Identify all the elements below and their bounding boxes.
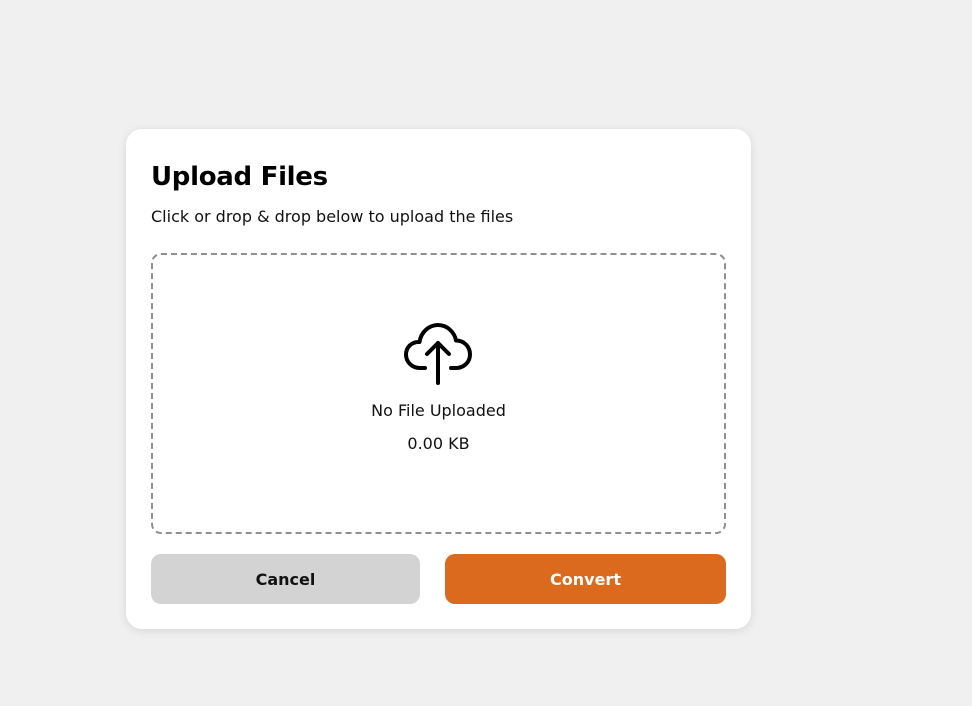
file-size-label: 0.00 KB bbox=[407, 434, 470, 453]
file-name-label: No File Uploaded bbox=[371, 401, 506, 420]
file-dropzone[interactable]: No File Uploaded 0.00 KB bbox=[151, 253, 726, 534]
cloud-upload-icon bbox=[404, 323, 472, 385]
upload-dialog: Upload Files Click or drop & drop below … bbox=[126, 129, 751, 629]
convert-button[interactable]: Convert bbox=[445, 554, 726, 604]
dialog-title: Upload Files bbox=[151, 162, 328, 192]
dialog-subtitle: Click or drop & drop below to upload the… bbox=[151, 207, 514, 226]
cancel-button[interactable]: Cancel bbox=[151, 554, 420, 604]
